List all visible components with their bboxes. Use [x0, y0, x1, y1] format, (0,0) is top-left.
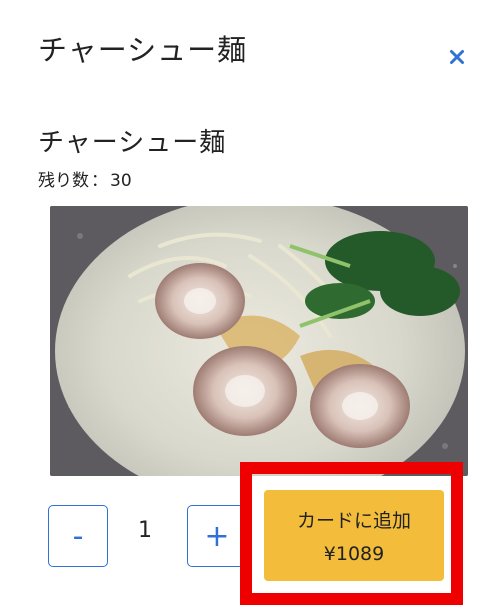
close-icon	[450, 50, 464, 64]
stock-label: 残り数	[38, 171, 89, 191]
ramen-photo-illustration	[50, 206, 468, 476]
close-button[interactable]	[444, 44, 470, 70]
add-to-cart-label: カードに追加	[296, 510, 411, 532]
add-to-cart-price: ¥1089	[323, 543, 385, 565]
stock-info: 残り数： 30	[38, 166, 132, 191]
modal-title: チャーシュー麺	[38, 33, 248, 67]
item-name: チャーシュー麺	[38, 128, 227, 158]
stock-count: 30	[110, 171, 132, 191]
stock-separator: ：	[91, 171, 108, 191]
ramen-photo	[50, 206, 468, 476]
quantity-decrease-button[interactable]: -	[48, 505, 108, 567]
quantity-value: 1	[138, 518, 152, 543]
quantity-increase-button[interactable]: +	[187, 505, 247, 567]
product-modal: チャーシュー麺 チャーシュー麺 残り数： 30 - 1 + カードに追加 ¥10…	[0, 0, 500, 614]
add-to-cart-button[interactable]: カードに追加 ¥1089	[264, 490, 444, 581]
